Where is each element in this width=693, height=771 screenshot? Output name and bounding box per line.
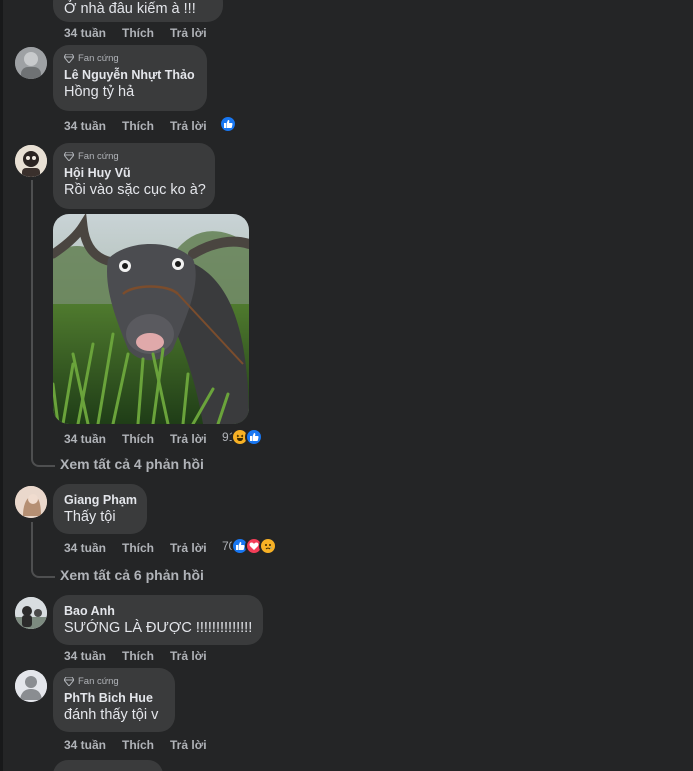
comment-timestamp[interactable]: 34 tuần <box>64 119 106 133</box>
comment-bubble: Bao Anh SƯỚNG LÀ ĐƯỢC !!!!!!!!!!!!!! <box>53 595 263 645</box>
comment-timestamp[interactable]: 34 tuần <box>64 649 106 663</box>
like-link[interactable]: Thích <box>122 119 154 133</box>
view-all-replies-link[interactable]: Xem tất cả 6 phản hồi <box>60 567 204 583</box>
comment-text: Rồi vào sặc cục ko à? <box>64 182 206 198</box>
comment-author[interactable]: Giang Phạm <box>64 492 137 508</box>
reply-link[interactable]: Trả lời <box>170 738 207 752</box>
avatar[interactable] <box>15 670 47 702</box>
comment-actions: 34 tuần Thích Trả lời <box>64 26 207 40</box>
thread-line <box>31 180 33 454</box>
reply-link[interactable]: Trả lời <box>170 649 207 663</box>
comment-timestamp[interactable]: 34 tuần <box>64 541 106 555</box>
avatar[interactable] <box>15 47 47 79</box>
reply-link[interactable]: Trả lời <box>170 26 207 40</box>
comment-bubble: Ở nhà đâu kiếm à !!! <box>53 0 223 22</box>
avatar[interactable] <box>15 597 47 629</box>
comment-actions: 34 tuần Thích Trả lời <box>64 119 207 133</box>
reply-link[interactable]: Trả lời <box>170 541 207 555</box>
comment-bubble: Giang Phạm Thấy tội <box>53 484 147 534</box>
reaction-summary[interactable]: 91 <box>222 428 264 446</box>
fan-badge-label: Fan cứng <box>78 53 119 64</box>
water-buffalo-eating-grass-photo <box>53 214 249 424</box>
fan-badge-label: Fan cứng <box>78 676 119 687</box>
comment-actions: 34 tuần Thích Trả lời <box>64 738 207 752</box>
comment-text: Hồng tỷ hả <box>64 84 135 100</box>
comment-actions: 34 tuần Thích Trả lời <box>64 432 207 446</box>
sad-reaction-icon <box>259 537 278 555</box>
comment-text: SƯỚNG LÀ ĐƯỢC !!!!!!!!!!!!!! <box>64 620 253 636</box>
like-link[interactable]: Thích <box>122 649 154 663</box>
comment-author[interactable]: Lê Nguyễn Nhựt Thảo <box>64 67 195 83</box>
reaction-summary[interactable] <box>217 115 237 133</box>
fan-badge-label: Fan cứng <box>78 151 119 162</box>
thread-connector <box>31 556 55 578</box>
comment-author[interactable]: PhTh Bich Hue <box>64 690 163 706</box>
like-link[interactable]: Thích <box>122 432 154 446</box>
comments-panel: Ở nhà đâu kiếm à !!! 34 tuần Thích Trả l… <box>3 0 693 771</box>
comment-timestamp[interactable]: 34 tuần <box>64 26 106 40</box>
like-reaction-icon <box>219 115 237 133</box>
comment-bubble: Fan cứng PhTh Bich Hue đánh thấy tội v <box>53 668 175 732</box>
view-all-replies-link[interactable]: Xem tất cả 4 phản hồi <box>60 456 204 472</box>
reply-link[interactable]: Trả lời <box>170 119 207 133</box>
comment-author[interactable]: Hội Huy Vũ <box>64 165 203 181</box>
comment-timestamp[interactable]: 34 tuần <box>64 738 106 752</box>
avatar[interactable] <box>15 486 47 518</box>
reply-link[interactable]: Trả lời <box>170 432 207 446</box>
reaction-summary[interactable]: 70 <box>222 537 278 555</box>
like-link[interactable]: Thích <box>122 541 154 555</box>
comment-text: Thấy tội <box>64 509 116 525</box>
avatar[interactable] <box>15 145 47 177</box>
fan-badge: Fan cứng <box>64 151 203 162</box>
comment-bubble: Fan cứng Lê Nguyễn Nhựt Thảo Hồng tỷ hả <box>53 45 207 111</box>
like-link[interactable]: Thích <box>122 738 154 752</box>
diamond-icon <box>64 677 74 686</box>
fan-badge: Fan cứng <box>64 53 195 64</box>
comment-photo[interactable] <box>53 214 249 424</box>
comment-text: Ở nhà đâu kiếm à !!! <box>64 1 196 17</box>
comment-actions: 34 tuần Thích Trả lời <box>64 541 207 555</box>
comment-author[interactable]: Bao Anh <box>64 603 251 619</box>
diamond-icon <box>64 152 74 161</box>
like-reaction-icon <box>245 428 264 446</box>
comment-timestamp[interactable]: 34 tuần <box>64 432 106 446</box>
like-link[interactable]: Thích <box>122 26 154 40</box>
fan-badge: Fan cứng <box>64 676 163 687</box>
comment-bubble-partial <box>53 760 163 771</box>
comment-bubble: Fan cứng Hội Huy Vũ Rồi vào sặc cục ko à… <box>53 143 215 209</box>
diamond-icon <box>64 54 74 63</box>
comment-actions: 34 tuần Thích Trả lời <box>64 649 207 663</box>
comment-text: đánh thấy tội v <box>64 707 159 723</box>
thread-connector <box>31 445 55 467</box>
